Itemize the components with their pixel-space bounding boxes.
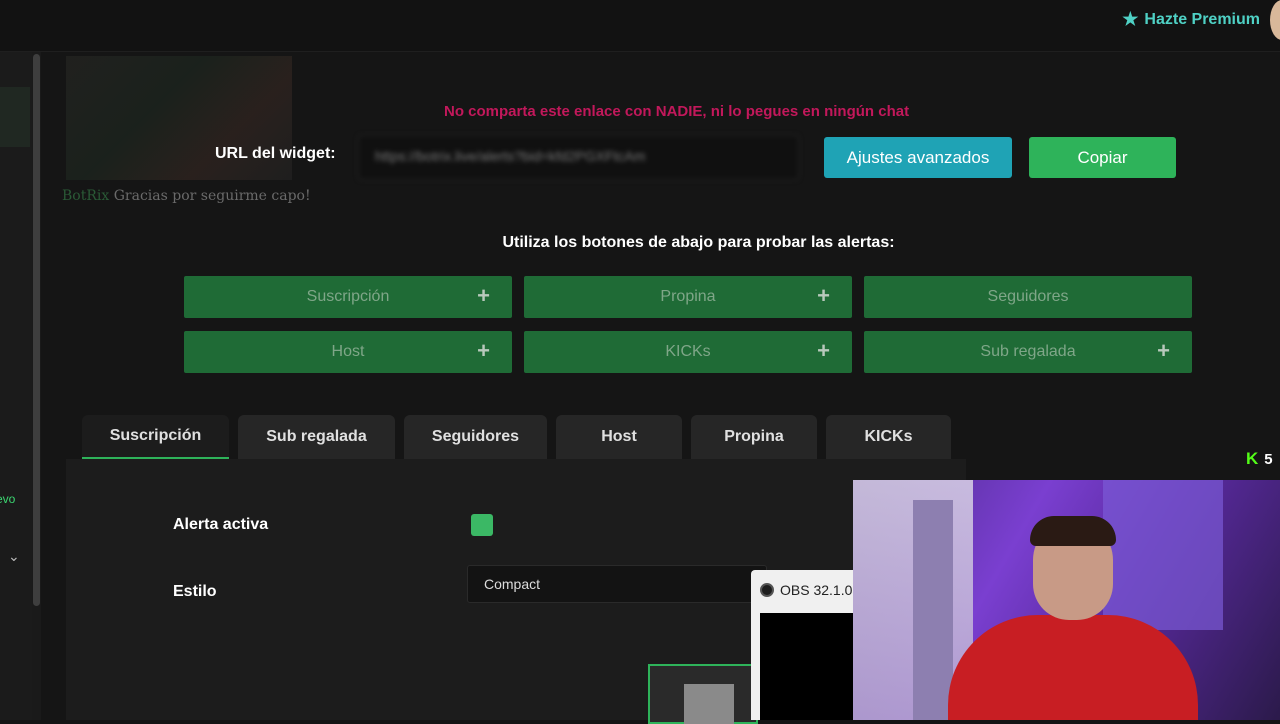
style-select[interactable]: Compact [467, 565, 767, 603]
url-label: URL del widget: [215, 145, 336, 162]
kick-icon: K [1246, 449, 1259, 468]
sidebar: evo ⌄ [0, 52, 32, 720]
obs-window[interactable]: OBS 32.1.0 [751, 570, 861, 720]
test-host-button[interactable]: Host + [184, 331, 512, 373]
alert-active-checkbox[interactable] [471, 514, 493, 536]
test-button-label: KICKs [665, 343, 711, 360]
test-button-label: Host [331, 343, 365, 360]
obs-title: OBS 32.1.0 [780, 582, 853, 598]
obs-preview [760, 613, 861, 720]
test-button-label: Propina [660, 288, 716, 305]
image-upload-placeholder[interactable] [648, 664, 758, 724]
tab-tip[interactable]: Propina [691, 415, 817, 459]
premium-link[interactable]: ★ Hazte Premium [1122, 9, 1260, 30]
test-button-label: Seguidores [987, 288, 1069, 305]
test-gifted-sub-button[interactable]: Sub regalada + [864, 331, 1192, 373]
style-label: Estilo [173, 583, 217, 600]
premium-label: Hazte Premium [1144, 10, 1260, 28]
test-subscription-button[interactable]: Suscripción + [184, 276, 512, 318]
plus-icon: + [817, 338, 830, 363]
webcam-overlay [853, 480, 1280, 720]
test-kicks-button[interactable]: KICKs + [524, 331, 852, 373]
plus-icon: + [1157, 338, 1170, 363]
sidebar-scrollbar[interactable] [32, 52, 41, 720]
sidebar-item-active[interactable] [0, 87, 30, 147]
test-button-label: Sub regalada [980, 343, 1076, 360]
test-followers-button[interactable]: Seguidores [864, 276, 1192, 318]
image-icon [684, 684, 734, 724]
tab-host[interactable]: Host [556, 415, 682, 459]
star-icon: ★ [1122, 9, 1139, 29]
scrollbar-thumb[interactable] [33, 54, 40, 606]
advanced-settings-button[interactable]: Ajustes avanzados [824, 137, 1012, 178]
preview-brand: BotRix [62, 188, 110, 204]
tab-gifted-sub[interactable]: Sub regalada [238, 415, 395, 459]
sidebar-new-badge: evo [0, 492, 16, 506]
alert-preview-caption: BotRix Gracias por seguirme capo! [62, 188, 311, 204]
warning-text: No comparta este enlace con NADIE, ni lo… [444, 103, 910, 120]
avatar[interactable] [1270, 0, 1280, 40]
chevron-down-icon[interactable]: ⌄ [8, 548, 20, 565]
kick-viewer-count: 5 [1264, 450, 1273, 468]
webcam-person [928, 516, 1198, 720]
tab-kicks[interactable]: KICKs [826, 415, 951, 459]
preview-message: Gracias por seguirme capo! [113, 188, 311, 204]
obs-logo-icon [760, 583, 774, 597]
copy-button[interactable]: Copiar [1029, 137, 1176, 178]
plus-icon: + [817, 283, 830, 308]
kick-viewer-badge: K 5 [1246, 449, 1273, 469]
tab-subscription[interactable]: Suscripción [82, 415, 229, 459]
obs-titlebar[interactable]: OBS 32.1.0 [751, 570, 861, 610]
test-button-label: Suscripción [306, 288, 390, 305]
test-alerts-hint: Utiliza los botones de abajo para probar… [502, 234, 895, 251]
alert-active-label: Alerta activa [173, 516, 269, 533]
top-bar: ★ Hazte Premium [0, 0, 1280, 52]
test-tip-button[interactable]: Propina + [524, 276, 852, 318]
widget-url-field[interactable]: https://botrix.live/alerts?bid=kfd2PGXFt… [358, 135, 799, 180]
webcam-person-hair [1030, 516, 1116, 546]
tab-followers[interactable]: Seguidores [404, 415, 547, 459]
plus-icon: + [477, 338, 490, 363]
webcam-person-shirt [948, 615, 1198, 720]
plus-icon: + [477, 283, 490, 308]
